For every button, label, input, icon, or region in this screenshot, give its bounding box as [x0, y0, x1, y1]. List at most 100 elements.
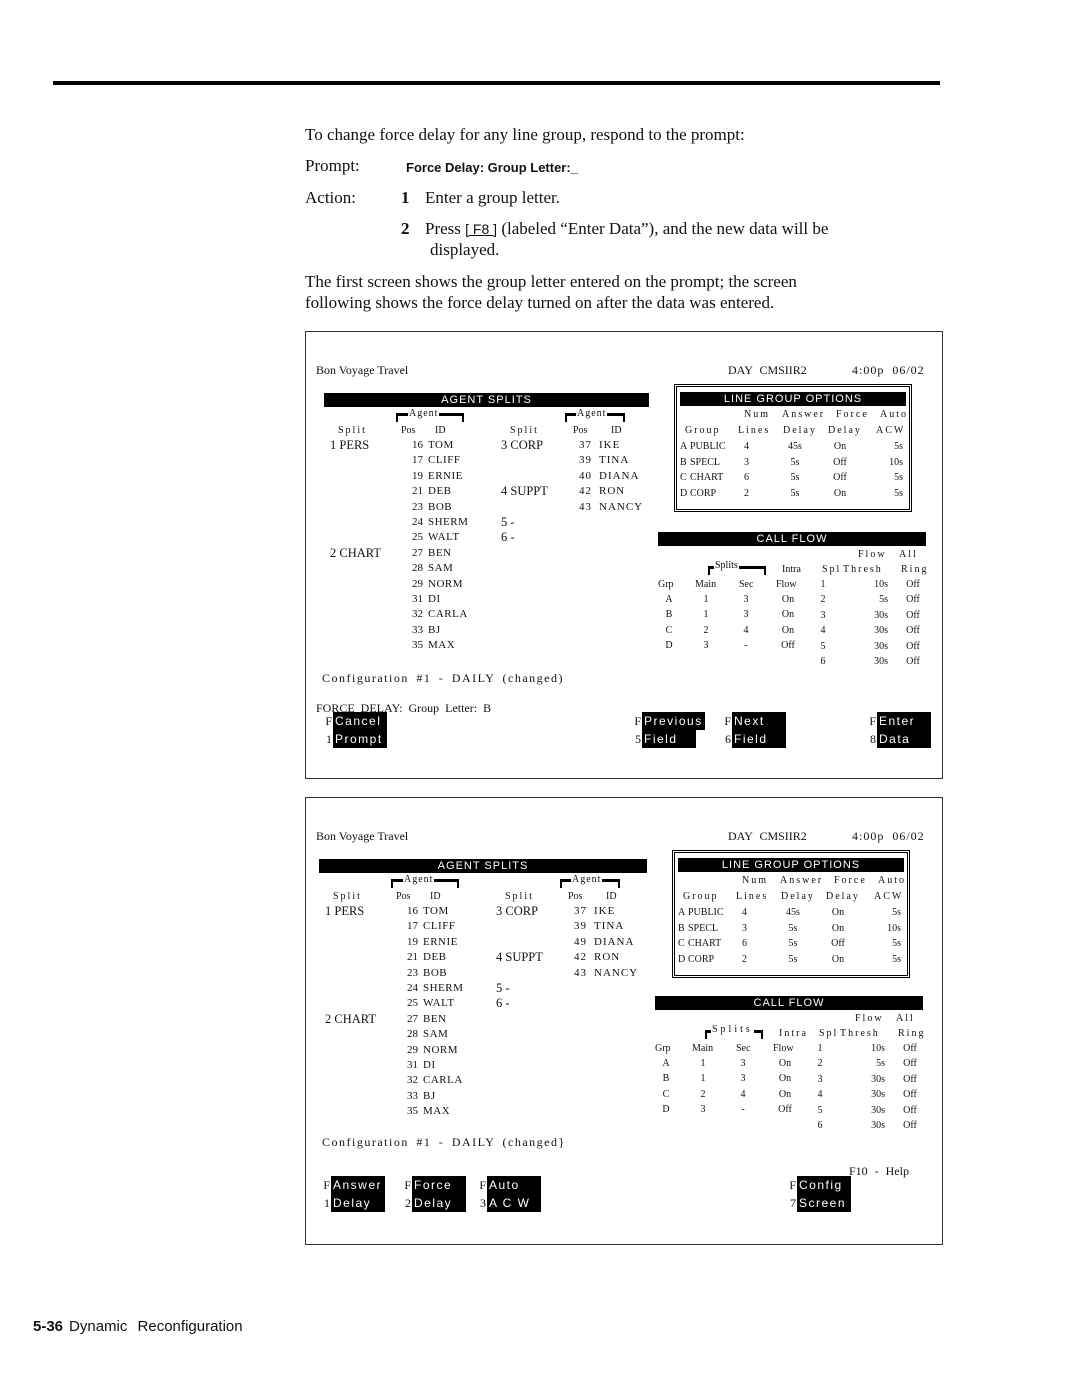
column-header: Delay [783, 425, 817, 436]
fkey-label-bottom[interactable]: Field [732, 730, 786, 748]
fkey-label-bottom[interactable]: A C W [487, 1194, 541, 1212]
config-screen-key[interactable]: F Config 7 Screen [786, 1176, 851, 1212]
all-ring: Off [906, 640, 920, 652]
split-number: 4 [817, 1089, 823, 1101]
flow-threshold: 30s [874, 640, 888, 652]
split-name: 2 CHART [325, 1011, 376, 1026]
auto-acw: 10s [889, 456, 903, 468]
fkey-number: 8 [870, 732, 876, 746]
auto-acw-key[interactable]: F Auto 3 A C W [476, 1176, 541, 1212]
fkey-label-bottom[interactable]: Delay [412, 1194, 466, 1212]
split-name: 4 SUPPT [501, 484, 548, 499]
num-lines: 6 [742, 938, 747, 949]
force-delay: On [831, 922, 845, 934]
auto-acw: 5s [892, 907, 901, 918]
fkey-bottom-row[interactable]: 6 Field [721, 730, 786, 748]
fkey-bottom-row[interactable]: 2 Delay [401, 1194, 466, 1212]
split-column-header: Split [505, 891, 534, 902]
fkey-top-row[interactable]: F Force [401, 1176, 466, 1194]
answer-delay-key[interactable]: F Answer 1 Delay [320, 1176, 385, 1212]
agent-pos: 25 [407, 997, 418, 1010]
splits-label: Splits [711, 1024, 754, 1035]
fkey-top-row[interactable]: F Config [786, 1176, 851, 1194]
split-number: 6 [817, 1120, 823, 1131]
answer-delay: 45s [788, 441, 802, 452]
agent-id: BEN [428, 546, 452, 559]
agent-id: WALT [423, 997, 455, 1010]
id-column-header: ID [430, 891, 441, 902]
enter-data-key[interactable]: F Enter 8 Data [866, 712, 931, 748]
fkey-number: 1 [326, 732, 332, 746]
group-letter: D [665, 640, 673, 652]
fkey-top-row[interactable]: F Auto [476, 1176, 541, 1194]
fkey-bottom-row[interactable]: 1 Prompt [322, 730, 387, 748]
fkey-label-bottom[interactable]: Prompt [333, 730, 387, 748]
flow-threshold: 30s [871, 1104, 885, 1116]
fkey-label-top[interactable]: Force [412, 1176, 466, 1194]
force-delay: On [833, 441, 847, 452]
fkey-top-row[interactable]: F Next [721, 712, 786, 730]
agent-pos: 21 [412, 485, 423, 498]
fkey-bottom-row[interactable]: 8 Data [866, 730, 931, 748]
fkey-label-top[interactable]: Enter [877, 712, 931, 730]
intra-flow: Off [781, 640, 795, 652]
column-header: Num [744, 409, 770, 420]
column-header: Spl [822, 564, 842, 575]
column-header: Num [742, 875, 768, 886]
cancel-prompt-key[interactable]: F Cancel 1 Prompt [322, 712, 387, 748]
step-number: 2 [401, 219, 410, 238]
force-delay: On [831, 953, 845, 965]
fkey-label-top[interactable]: Previous [642, 712, 705, 730]
page-number: 5-36 [33, 1318, 64, 1335]
fkey-prefix: F [479, 1178, 486, 1192]
fkey-label-top[interactable]: Auto [487, 1176, 541, 1194]
force-delay-key[interactable]: F Force 2 Delay [401, 1176, 466, 1212]
all-ring: Off [906, 625, 920, 637]
split-name: 3 CORP [496, 904, 539, 918]
agent-id: BJ [428, 623, 441, 636]
agent-pos: 29 [407, 1043, 418, 1056]
fkey-top-row[interactable]: F Previous [631, 712, 705, 730]
fkey-top-row[interactable]: F Cancel [322, 712, 387, 730]
fkey-label-top[interactable]: Cancel [333, 712, 387, 730]
main-split: 1 [703, 609, 709, 621]
fkey-bottom-row[interactable]: 7 Screen [786, 1194, 851, 1212]
next-field-key[interactable]: F Next 6 Field [721, 712, 786, 748]
fkey-label-bottom[interactable]: Field [642, 730, 696, 748]
fkey-label-top[interactable]: Config [797, 1176, 851, 1194]
fkey-label-bottom[interactable]: Screen [797, 1194, 851, 1212]
fkey-number: 2 [405, 1196, 411, 1210]
answer-delay: 45s [786, 907, 800, 918]
agent-splits-header: AGENT SPLITS [319, 859, 647, 873]
split-number: 2 [817, 1058, 823, 1070]
agent-id: SAM [428, 562, 454, 575]
f8-key: [ F8 ] [465, 221, 498, 237]
fkey-top-row[interactable]: F Enter [866, 712, 931, 730]
split-name: 5 - [496, 981, 510, 995]
fkey-label-top[interactable]: Answer [331, 1176, 385, 1194]
all-ring: Off [903, 1120, 917, 1131]
fkey-top-row[interactable]: F Answer [320, 1176, 385, 1194]
configuration-status: Configuration #1 - DAILY (changed) [322, 671, 564, 685]
column-header: Flow [855, 1013, 884, 1024]
agent-pos: 31 [412, 593, 423, 605]
answer-delay: 5s [788, 938, 798, 949]
fkey-bottom-row[interactable]: 3A C W [476, 1194, 541, 1212]
top-rule [53, 81, 940, 85]
section-title: Dynamic Reconfiguration [69, 1318, 243, 1335]
previous-field-key[interactable]: F Previous 5 Field [631, 712, 705, 748]
split-column-header: Split [510, 425, 539, 436]
fkey-label-top[interactable]: Next [732, 712, 786, 730]
fkey-number: 3 [480, 1196, 486, 1210]
agent-id: CLIFF [423, 920, 456, 933]
secondary-split: - [741, 1104, 745, 1116]
fkey-prefix: F [634, 714, 641, 728]
agent-id: DEB [423, 951, 447, 964]
fkey-label-bottom[interactable]: Data [877, 730, 931, 748]
column-header: ACW [874, 891, 904, 902]
fkey-bottom-row[interactable]: 1 Delay [320, 1194, 385, 1212]
fkey-bottom-row[interactable]: 5 Field [631, 730, 705, 748]
fkey-label-bottom[interactable]: Delay [331, 1194, 385, 1212]
force-delay: On [831, 907, 845, 918]
agent-pos: 49 [574, 935, 587, 948]
